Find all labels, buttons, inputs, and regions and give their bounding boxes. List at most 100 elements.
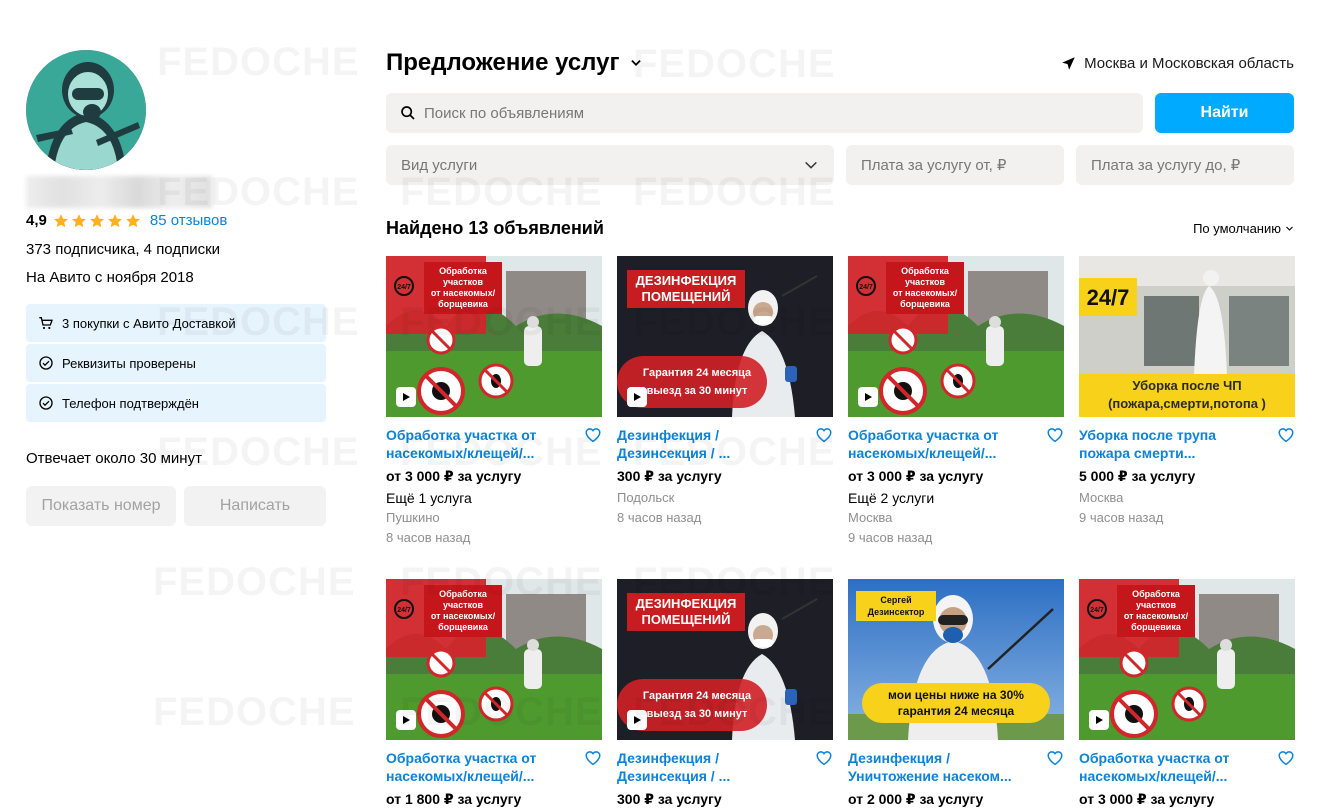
price-from-input[interactable]: Плата за услугу от, ₽ xyxy=(846,145,1064,185)
listing-card[interactable]: Обработка участков от насекомых/ борщеви… xyxy=(848,256,1064,546)
listing-thumbnail[interactable]: Обработка участков от насекомых/ борщеви… xyxy=(848,256,1064,417)
favorite-heart-icon[interactable] xyxy=(1277,426,1295,444)
listing-card[interactable]: ДЕЗИНФЕКЦИЯ ПОМЕЩЕНИЙ Гарантия 24 месяца… xyxy=(617,256,833,546)
image-caption: участков xyxy=(443,277,484,287)
sort-selector[interactable]: По умолчанию xyxy=(1193,221,1294,236)
write-message-button[interactable]: Написать xyxy=(184,486,326,526)
listing-price: от 1 800 ₽ за услугу xyxy=(386,791,522,807)
image-caption: от насекомых/ xyxy=(431,611,496,621)
favorite-heart-icon[interactable] xyxy=(1046,749,1064,767)
listing-card[interactable]: Сергей Дезинсектор мои цены ниже на 30% … xyxy=(848,579,1064,808)
image-caption: Обработка xyxy=(1132,589,1181,599)
video-play-icon xyxy=(1089,710,1109,730)
listing-more-services[interactable]: Ещё 2 услуги xyxy=(848,490,1064,506)
image-caption: ПОМЕЩЕНИЙ xyxy=(642,289,731,304)
favorite-heart-icon[interactable] xyxy=(1046,426,1064,444)
check-circle-icon xyxy=(39,356,53,370)
price-from-placeholder: Плата за услугу от, ₽ xyxy=(861,157,1007,174)
listing-title[interactable]: Дезинфекция / Уничтожение насеком... xyxy=(848,749,1034,785)
image-caption: Уборка после ЧП xyxy=(1132,378,1241,393)
listing-card[interactable]: ДЕЗИНФЕКЦИЯ ПОМЕЩЕНИЙ Гарантия 24 месяца… xyxy=(617,579,833,808)
listing-thumbnail[interactable]: Обработка участков от насекомых/ борщеви… xyxy=(386,256,602,417)
favorite-heart-icon[interactable] xyxy=(815,426,833,444)
listing-card[interactable]: Обработка участков от насекомых/ борщеви… xyxy=(1079,579,1295,808)
seller-sidebar: 4,9 85 отзывов 373 подписчика, 4 подписк… xyxy=(26,50,326,526)
listing-title-row: Обработка участка от насекомых/клещей/..… xyxy=(1079,749,1295,785)
listing-time: 8 часов назад xyxy=(617,510,702,525)
listing-more-services[interactable]: Ещё 1 услуга xyxy=(386,490,602,506)
badge-delivery-purchases: 3 покупки с Авито Доставкой xyxy=(26,304,326,342)
sort-label: По умолчанию xyxy=(1193,221,1281,236)
garden-treatment-image: Обработка участков от насекомых/ борщеви… xyxy=(848,256,1064,417)
listing-card[interactable]: 24/7 Уборка после ЧП (пожара,смерти,пото… xyxy=(1079,256,1295,546)
play-icon xyxy=(865,393,872,401)
garden-treatment-image: Обработка участков от насекомых/ борщеви… xyxy=(386,579,602,740)
search-input[interactable] xyxy=(424,104,1104,122)
listing-title-row: Обработка участка от насекомых/клещей/..… xyxy=(848,426,1064,462)
subscribers-count[interactable]: 373 подписчика, 4 подписки xyxy=(26,241,326,258)
listing-card[interactable]: Обработка участков от насекомых/ борщеви… xyxy=(386,579,602,808)
favorite-heart-icon[interactable] xyxy=(1277,749,1295,767)
category-selector[interactable]: Предложение услуг xyxy=(386,49,643,77)
listing-title[interactable]: Обработка участка от насекомых/клещей/..… xyxy=(386,426,572,462)
listing-title-row: Обработка участка от насекомых/клещей/..… xyxy=(386,749,602,785)
rating-value: 4,9 xyxy=(26,212,47,229)
image-caption: борщевика xyxy=(900,299,951,309)
listing-thumbnail[interactable]: ДЕЗИНФЕКЦИЯ ПОМЕЩЕНИЙ Гарантия 24 месяца… xyxy=(617,256,833,417)
listing-title[interactable]: Дезинфекция / Дезинсекция / ... xyxy=(617,426,803,462)
listing-time: 8 часов назад xyxy=(386,530,471,545)
watermark: FEDOCHE xyxy=(153,560,356,605)
image-caption: от насекомых/ xyxy=(893,288,958,298)
star-icon xyxy=(125,213,140,227)
find-button[interactable]: Найти xyxy=(1155,93,1294,133)
location-label: Москва и Московская область xyxy=(1084,54,1294,72)
badge-label: Телефон подтверждён xyxy=(62,395,199,411)
image-caption: участков xyxy=(905,277,946,287)
seller-badges: 3 покупки с Авито Доставкой Реквизиты пр… xyxy=(26,304,326,422)
page-header: Предложение услуг Москва и Московская об… xyxy=(386,48,1294,78)
listing-thumbnail[interactable]: ДЕЗИНФЕКЦИЯ ПОМЕЩЕНИЙ Гарантия 24 месяца… xyxy=(617,579,833,740)
listing-title[interactable]: Дезинфекция / Дезинсекция / ... xyxy=(617,749,803,785)
listing-thumbnail[interactable]: Обработка участков от насекомых/ борщеви… xyxy=(1079,579,1295,740)
image-caption: 24/7 xyxy=(1087,285,1130,310)
favorite-heart-icon[interactable] xyxy=(584,749,602,767)
seller-avatar[interactable] xyxy=(26,50,146,170)
listing-title[interactable]: Уборка после трупа пожара смерти... xyxy=(1079,426,1265,462)
image-badge: 24/7 xyxy=(1090,607,1104,614)
listing-price: 5 000 ₽ за услугу xyxy=(1079,468,1196,484)
listing-location: Москва xyxy=(1079,490,1124,505)
listing-title[interactable]: Обработка участка от насекомых/клещей/..… xyxy=(848,426,1034,462)
reviews-link[interactable]: 85 отзывов xyxy=(150,212,228,229)
listing-thumbnail[interactable]: Обработка участков от насекомых/ борщеви… xyxy=(386,579,602,740)
results-count: Найдено 13 объявлений xyxy=(386,218,604,238)
favorite-heart-icon[interactable] xyxy=(584,426,602,444)
listing-title[interactable]: Обработка участка от насекомых/клещей/..… xyxy=(386,749,572,785)
listing-thumbnail[interactable]: 24/7 Уборка после ЧП (пожара,смерти,пото… xyxy=(1079,256,1295,417)
service-type-select[interactable]: Вид услуги xyxy=(386,145,834,185)
listing-thumbnail[interactable]: Сергей Дезинсектор мои цены ниже на 30% … xyxy=(848,579,1064,740)
star-icon xyxy=(71,213,86,227)
price-to-input[interactable]: Плата за услугу до, ₽ xyxy=(1076,145,1294,185)
image-caption: Обработка xyxy=(439,266,488,276)
badge-details-verified: Реквизиты проверены xyxy=(26,344,326,382)
image-caption: ПОМЕЩЕНИЙ xyxy=(642,612,731,627)
listing-price: от 3 000 ₽ за услугу xyxy=(386,468,522,484)
image-caption: от насекомых/ xyxy=(1124,611,1189,621)
badge-phone-verified: Телефон подтверждён xyxy=(26,384,326,422)
image-caption: Обработка xyxy=(901,266,950,276)
listing-location: Пушкино xyxy=(386,510,440,525)
image-caption: борщевика xyxy=(438,299,489,309)
image-caption: Сергей xyxy=(880,595,911,605)
location-selector[interactable]: Москва и Московская область xyxy=(1061,55,1294,72)
show-phone-button[interactable]: Показать номер xyxy=(26,486,176,526)
search-field[interactable] xyxy=(386,93,1143,133)
favorite-heart-icon[interactable] xyxy=(815,749,833,767)
image-caption: Обработка xyxy=(439,589,488,599)
listing-card[interactable]: Обработка участков от насекомых/ борщеви… xyxy=(386,256,602,546)
play-icon xyxy=(634,716,641,724)
listing-title[interactable]: Обработка участка от насекомых/клещей/..… xyxy=(1079,749,1265,785)
video-play-icon xyxy=(627,710,647,730)
star-icon xyxy=(53,213,68,227)
contact-buttons: Показать номер Написать xyxy=(26,486,326,526)
image-caption: участков xyxy=(1136,600,1177,610)
